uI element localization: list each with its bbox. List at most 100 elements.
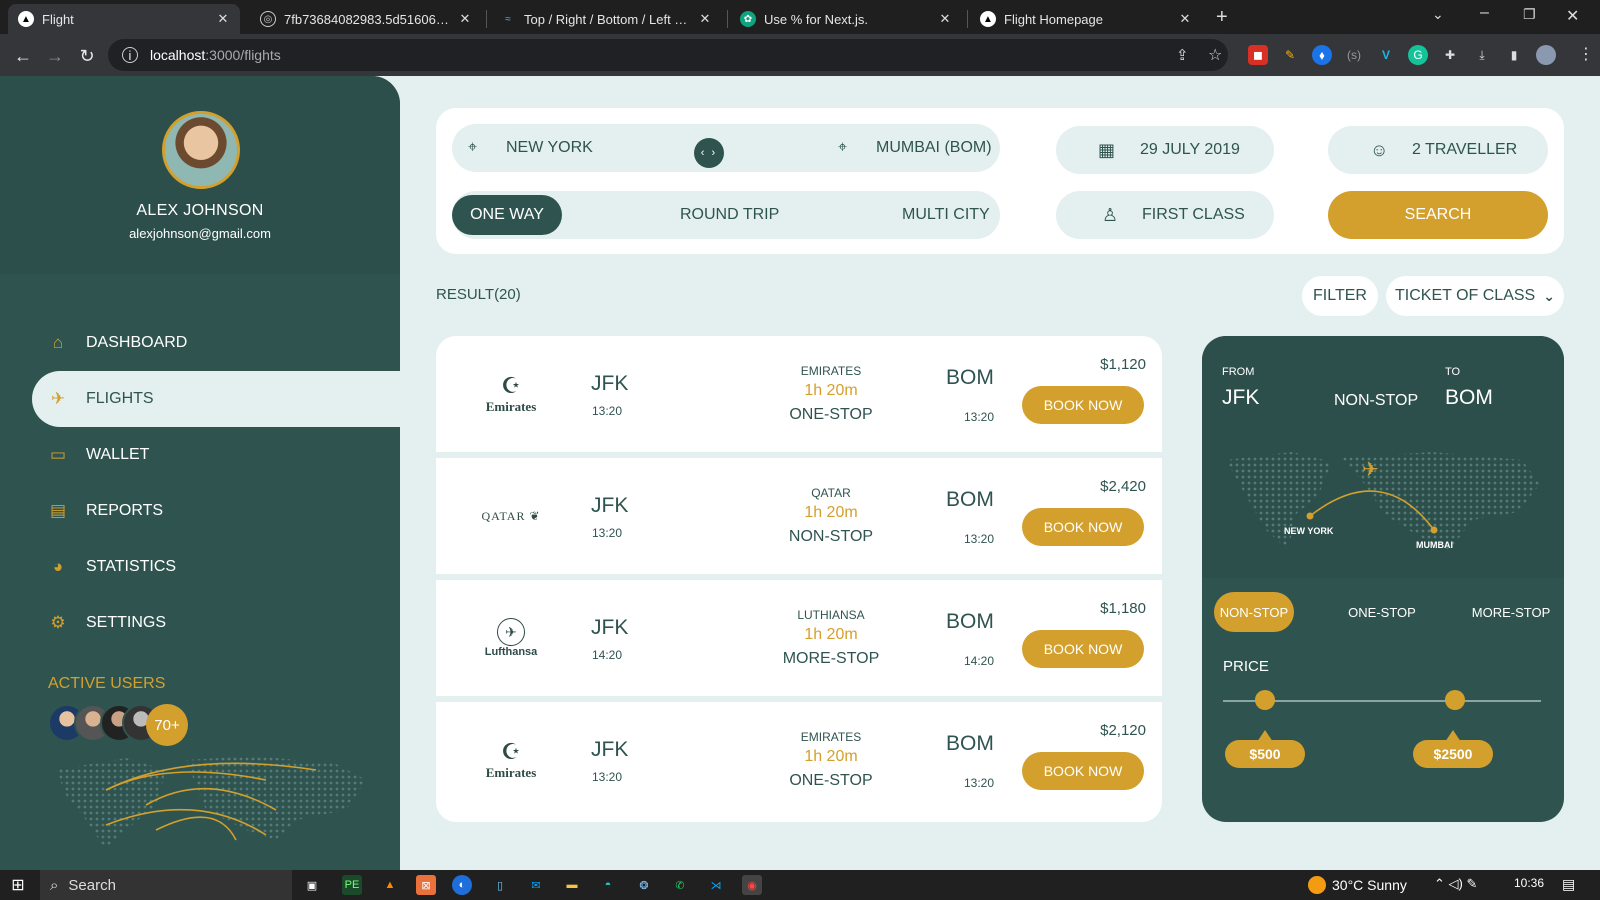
restore-button[interactable]: ❐: [1523, 6, 1536, 23]
chatgpt-icon: ✿: [740, 11, 756, 27]
multi-city-option[interactable]: MULTI CITY: [902, 206, 990, 224]
ticket-class-dropdown[interactable]: TICKET OF CLASS ⌄: [1386, 276, 1564, 316]
clock[interactable]: 10:36: [1514, 876, 1544, 890]
download-icon[interactable]: ⤓: [1472, 45, 1492, 65]
grammarly-icon[interactable]: G: [1408, 45, 1428, 65]
plane-icon: ✈: [50, 389, 66, 408]
tab-chatgpt[interactable]: ✿ Use % for Next.js. ✕: [730, 4, 962, 34]
flight-card[interactable]: ☪ Emirates JFK 13:20 EMIRATES 1h 20m ONE…: [436, 336, 1162, 452]
menu-dots-icon[interactable]: ⋮: [1578, 44, 1594, 64]
close-icon[interactable]: ✕: [216, 11, 230, 27]
price-min-handle[interactable]: [1255, 690, 1275, 710]
app-icon[interactable]: ◐: [452, 875, 472, 895]
notification-icon[interactable]: ▤: [1562, 876, 1575, 893]
price-min-tag: $500: [1225, 730, 1305, 768]
more-stop-option[interactable]: MORE-STOP: [1466, 592, 1556, 632]
sidebar-item-statistics[interactable]: ◕ STATISTICS: [32, 539, 400, 595]
bookmark-star-icon[interactable]: ☆: [1208, 45, 1222, 65]
whatsapp-icon[interactable]: ✆: [670, 875, 690, 895]
mail-icon[interactable]: ✉: [526, 875, 546, 895]
book-now-button[interactable]: BOOK NOW: [1022, 630, 1144, 668]
close-icon[interactable]: ✕: [938, 11, 952, 27]
date-field[interactable]: ▦ 29 JULY 2019: [1056, 126, 1274, 174]
app-icon[interactable]: ⊠: [416, 875, 436, 895]
pen-extension-icon[interactable]: ✎: [1280, 45, 1300, 65]
tab-separator: [486, 10, 487, 28]
sidebar-toggle-icon[interactable]: ▮: [1504, 45, 1524, 65]
folder-icon[interactable]: ▬: [562, 875, 582, 895]
app-icon[interactable]: ❂: [634, 875, 654, 895]
info-icon[interactable]: i: [122, 47, 138, 63]
extension-icon[interactable]: ◼: [1248, 45, 1268, 65]
back-arrow-icon[interactable]: ←: [12, 45, 34, 67]
from-label: FROM: [1222, 366, 1255, 378]
extension-icon[interactable]: (s): [1344, 45, 1364, 65]
arrival-time: 13:20: [964, 776, 995, 790]
close-icon[interactable]: ✕: [458, 11, 472, 27]
flight-card[interactable]: QATAR ❦ JFK 13:20 QATAR 1h 20m NON-STOP …: [436, 458, 1162, 574]
sun-icon: [1308, 876, 1326, 894]
to-input[interactable]: MUMBAI (BOM): [876, 139, 992, 157]
vscode-icon[interactable]: ⋊: [706, 875, 726, 895]
vimeo-icon[interactable]: V: [1376, 45, 1396, 65]
price-max-handle[interactable]: [1445, 690, 1465, 710]
edge-icon[interactable]: ◓: [598, 875, 618, 895]
stop-type: ONE-STOP: [789, 772, 873, 789]
new-tab-button[interactable]: +: [1216, 6, 1228, 29]
flight-card[interactable]: ✈ Lufthansa JFK 14:20 LUTHIANSA 1h 20m M…: [436, 580, 1162, 696]
book-now-button[interactable]: BOOK NOW: [1022, 386, 1144, 424]
sidebar-item-reports[interactable]: ▤ REPORTS: [32, 483, 400, 539]
tab-flight-homepage[interactable]: ▲ Flight Homepage ✕: [970, 4, 1202, 34]
emirates-logo: ☪ Emirates: [485, 739, 537, 780]
stop-type: MORE-STOP: [782, 650, 880, 667]
sidebar-item-label: WALLET: [86, 446, 150, 463]
non-stop-option[interactable]: NON-STOP: [1214, 592, 1294, 632]
url-field[interactable]: i localhost:3000/flights: [108, 39, 1228, 71]
round-trip-option[interactable]: ROUND TRIP: [680, 206, 779, 224]
tab-flight[interactable]: ▲ Flight ✕: [8, 4, 240, 34]
more-users-badge[interactable]: 70+: [146, 704, 188, 746]
sidebar-item-dashboard[interactable]: ⌂ DASHBOARD: [32, 315, 400, 371]
taskbar-search[interactable]: ⌕ Search: [40, 870, 292, 900]
reload-icon[interactable]: ↻: [76, 45, 98, 67]
notes-icon[interactable]: ▯: [490, 875, 510, 895]
user-name: ALEX JOHNSON: [136, 202, 264, 219]
arrival-time: 13:20: [964, 410, 995, 424]
extension-icon[interactable]: ⬧: [1312, 45, 1332, 65]
one-stop-option[interactable]: ONE-STOP: [1342, 592, 1422, 632]
price-label: PRICE: [1223, 658, 1269, 675]
search-button[interactable]: SEARCH: [1328, 191, 1548, 239]
from-input[interactable]: NEW YORK: [506, 139, 593, 157]
book-now-button[interactable]: BOOK NOW: [1022, 752, 1144, 790]
forward-arrow-icon[interactable]: →: [44, 45, 66, 67]
filter-button[interactable]: FILTER: [1302, 276, 1378, 316]
windows-start-icon[interactable]: ⊞: [8, 875, 28, 895]
book-now-button[interactable]: BOOK NOW: [1022, 508, 1144, 546]
tab-image[interactable]: ◎ 7fb73684082983.5d5160618cc9... ✕: [250, 4, 482, 34]
tab-list-chevron-icon[interactable]: ⌄: [1432, 6, 1444, 23]
vlc-icon[interactable]: ▲: [380, 875, 400, 895]
flight-card[interactable]: ☪ Emirates JFK 13:20 EMIRATES 1h 20m ONE…: [436, 702, 1162, 822]
origin-code: JFK: [591, 738, 629, 761]
minimize-button[interactable]: –: [1480, 4, 1489, 22]
sidebar-item-flights[interactable]: ✈ FLIGHTS: [32, 371, 400, 427]
chrome-icon[interactable]: ◉: [742, 875, 762, 895]
window-close-button[interactable]: ✕: [1566, 6, 1579, 26]
one-way-option[interactable]: ONE WAY: [452, 195, 562, 235]
puzzle-icon[interactable]: ✚: [1440, 45, 1460, 65]
share-icon[interactable]: ⇪: [1176, 46, 1189, 64]
sidebar-item-wallet[interactable]: ▭ WALLET: [32, 427, 400, 483]
swap-route-button[interactable]: ‹ ›: [694, 138, 724, 168]
close-icon[interactable]: ✕: [698, 11, 712, 27]
pycharm-icon[interactable]: PE: [342, 875, 362, 895]
traveller-field[interactable]: ☺ 2 TRAVELLER: [1328, 126, 1548, 174]
avatar[interactable]: [162, 111, 240, 189]
sidebar-item-settings[interactable]: ⚙ SETTINGS: [32, 595, 400, 651]
close-icon[interactable]: ✕: [1178, 11, 1192, 27]
task-view-icon[interactable]: ▣: [302, 875, 322, 895]
system-tray-icons[interactable]: ⌃ ◁) ✎: [1434, 876, 1477, 892]
tab-tailwind[interactable]: ≈ Top / Right / Bottom / Left - Tail... …: [490, 4, 722, 34]
profile-avatar[interactable]: [1536, 45, 1556, 65]
class-field[interactable]: ♙ FIRST CLASS: [1056, 191, 1274, 239]
weather-widget[interactable]: 30°C Sunny: [1308, 876, 1407, 894]
